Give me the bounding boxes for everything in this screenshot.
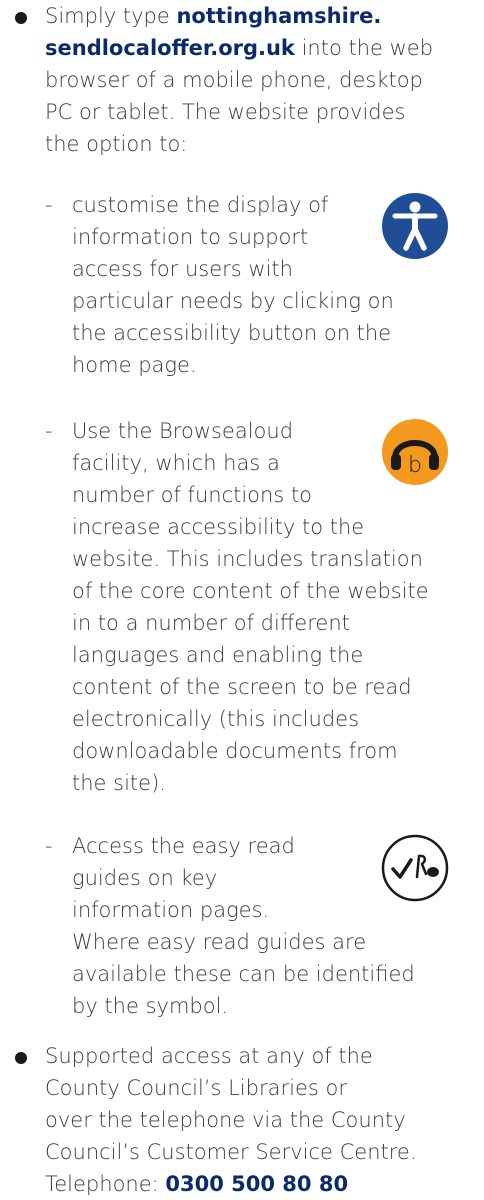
website-url-part2: sendlocaloffer.org.uk	[45, 36, 295, 60]
bullet-1-line-4: PC or tablet. The website provides	[45, 100, 406, 124]
sub-1-line: particular needs by clicking on	[72, 289, 394, 313]
telephone-number: 0300 500 80 80	[165, 1172, 349, 1196]
sub-3-line: by the symbol.	[72, 994, 229, 1018]
bullet-2-line: County Council’s Libraries or	[45, 1076, 347, 1100]
sub-2-line: content of the screen to be read	[72, 675, 412, 699]
svg-text:b: b	[408, 453, 422, 478]
sub-2-line: of the core content of the website	[72, 579, 429, 603]
bullet-dot	[15, 12, 27, 24]
bullet-1-line-5: the option to:	[45, 132, 188, 156]
sub-3-line: available these can be identified	[72, 962, 415, 986]
sub-3-line: Where easy read guides are	[72, 930, 367, 954]
bullet-2-line: Council’s Customer Service Centre.	[45, 1140, 417, 1164]
bullet-2-text: Supported access at any of the County Co…	[45, 1040, 483, 1200]
page: Simply type nottinghamshire. sendlocalof…	[0, 0, 484, 1196]
bullet-2-line: over the telephone via the County	[45, 1108, 406, 1132]
intro-before-text: Simply type	[45, 4, 177, 28]
easy-read-symbol-icon	[381, 834, 449, 902]
sub-2-line: in to a number of different	[72, 611, 350, 635]
sub-2-line: increase accessibility to the	[72, 515, 365, 539]
dash-marker: -	[45, 193, 53, 217]
telephone-label: Telephone:	[45, 1172, 166, 1196]
sub-2-line: languages and enabling the	[72, 643, 364, 667]
dash-marker: -	[45, 834, 53, 858]
accessibility-icon	[382, 193, 448, 259]
bullet-1-line-3: browser of a mobile phone, desktop	[45, 68, 423, 92]
bullet-dot	[15, 1052, 27, 1064]
sub-2-line: the site).	[72, 771, 166, 795]
bullet-2-line: Supported access at any of the	[45, 1044, 373, 1068]
sub-2-line: downloadable documents from	[72, 739, 398, 763]
intro-after-text: into the web	[294, 36, 434, 60]
website-url-part1: nottinghamshire.	[176, 4, 382, 28]
browsealoud-headphones-icon: b	[382, 419, 448, 485]
sub-2-line: website. This includes translation	[72, 547, 423, 571]
sub-2-line: electronically (this includes	[72, 707, 360, 731]
sub-1-line: the accessibility button on the	[72, 321, 392, 345]
bullet-1-text: Simply type nottinghamshire. sendlocalof…	[45, 0, 483, 160]
dash-marker: -	[45, 419, 53, 443]
sub-1-line: home page.	[72, 353, 197, 377]
